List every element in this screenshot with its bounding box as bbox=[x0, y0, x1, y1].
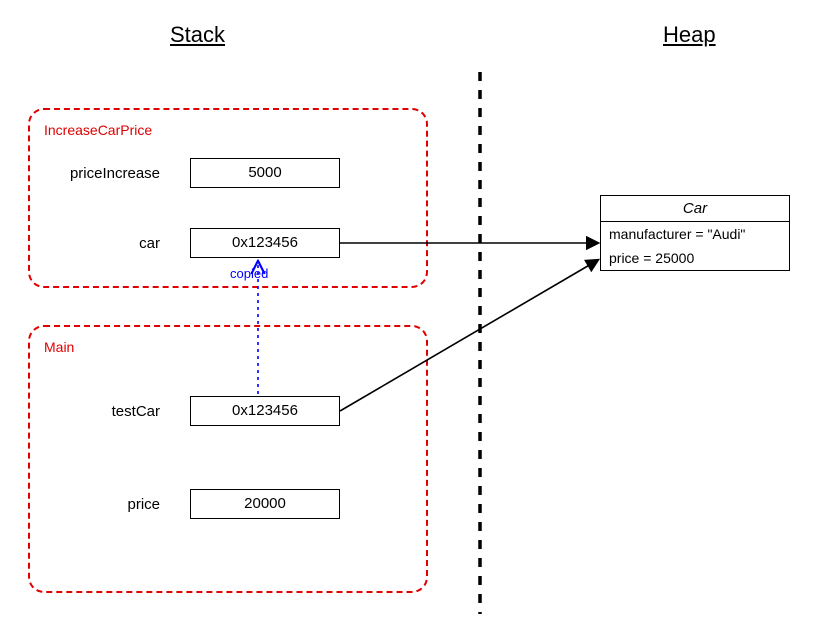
heap-object-title: Car bbox=[601, 196, 789, 222]
var-box-testcar: 0x123456 bbox=[190, 396, 340, 426]
stack-heading: Stack bbox=[170, 22, 225, 48]
diagram-canvas: Stack Heap IncreaseCarPrice priceIncreas… bbox=[0, 0, 832, 635]
heap-field-price: price = 25000 bbox=[601, 246, 789, 270]
var-box-price: 20000 bbox=[190, 489, 340, 519]
var-box-priceincrease: 5000 bbox=[190, 158, 340, 188]
var-label-price: price bbox=[40, 496, 160, 513]
frame-label-increasecarprice: IncreaseCarPrice bbox=[44, 122, 152, 138]
var-box-car: 0x123456 bbox=[190, 228, 340, 258]
stack-frame-main: Main bbox=[28, 325, 428, 593]
var-label-car: car bbox=[40, 235, 160, 252]
frame-label-main: Main bbox=[44, 339, 74, 355]
heap-object-car: Car manufacturer = "Audi" price = 25000 bbox=[600, 195, 790, 271]
stack-frame-increasecarprice: IncreaseCarPrice bbox=[28, 108, 428, 288]
heap-heading: Heap bbox=[663, 22, 716, 48]
var-label-priceincrease: priceIncrease bbox=[40, 165, 160, 182]
copied-label: copied bbox=[230, 266, 268, 281]
var-label-testcar: testCar bbox=[40, 403, 160, 420]
heap-field-manufacturer: manufacturer = "Audi" bbox=[601, 222, 789, 246]
